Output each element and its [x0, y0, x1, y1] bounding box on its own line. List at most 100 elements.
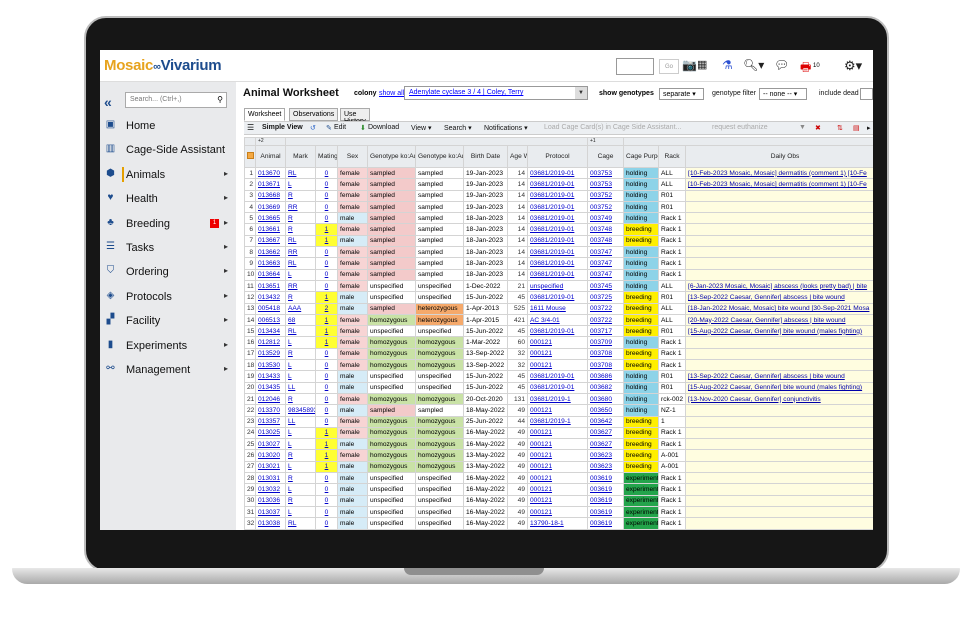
- protocol-link[interactable]: 000121: [527, 460, 588, 474]
- mark-link[interactable]: LL: [285, 415, 316, 428]
- column-header-daily-obs[interactable]: Daily Obs: [684, 145, 873, 168]
- mating-count-link[interactable]: 1: [315, 426, 338, 440]
- cage-link[interactable]: 003680: [587, 392, 624, 406]
- table-row[interactable]: 25 013027 L 1 male homozygous homozygous 16-May…: [244, 438, 873, 451]
- mating-count-link[interactable]: 0: [315, 517, 338, 530]
- daily-obs-link[interactable]: [13-Sep-2022 Caesar, Gennifer] abscess |…: [684, 291, 873, 304]
- protocol-link[interactable]: 000121: [527, 483, 588, 496]
- column-header-rack[interactable]: Rack: [658, 145, 686, 168]
- table-row[interactable]: 9 013663 RL 0 female sampled sampled 18-Jan-202…: [244, 257, 873, 270]
- chat-icon[interactable]: 💬︎: [774, 58, 789, 72]
- protocol-link[interactable]: 000121: [527, 426, 588, 440]
- quick-id-input[interactable]: [616, 58, 654, 75]
- cage-link[interactable]: 003745: [587, 279, 624, 293]
- protocol-link[interactable]: 03681/2019-01: [527, 200, 588, 214]
- mark-link[interactable]: RR: [285, 200, 316, 214]
- select-all-checkbox[interactable]: [244, 145, 256, 168]
- mating-count-link[interactable]: 0: [315, 268, 338, 281]
- daily-obs-link[interactable]: [10-Feb-2023 Mosaic, Mosaic] dermatitis …: [684, 178, 873, 191]
- cage-link[interactable]: 003619: [587, 494, 624, 507]
- daily-obs-link[interactable]: [6-Jan-2023 Mosaic, Mosaic] abscess (loo…: [684, 279, 873, 293]
- table-row[interactable]: 28 013031 R 0 male unspecified unspecified 16-M…: [244, 472, 873, 485]
- protocol-link[interactable]: 03681/2019-01: [527, 246, 588, 259]
- mating-count-link[interactable]: 1: [315, 336, 338, 349]
- animal-link[interactable]: 013662: [255, 246, 286, 259]
- mark-link[interactable]: R: [285, 494, 316, 507]
- search-icon[interactable]: 🔍︎▾: [743, 58, 764, 72]
- mark-link[interactable]: RR: [285, 246, 316, 259]
- daily-obs-link[interactable]: [684, 517, 873, 530]
- table-row[interactable]: 27 013021 L 1 male homozygous homozygous 13-May…: [244, 460, 873, 474]
- cage-link[interactable]: 003752: [587, 189, 624, 202]
- protocol-link[interactable]: 03681/2019-01: [527, 189, 588, 202]
- protocol-link[interactable]: 03681/2019-01: [527, 381, 588, 394]
- table-row[interactable]: 31 013037 L 0 male unspecified unspecified 16-M…: [244, 505, 873, 519]
- cage-link[interactable]: 003747: [587, 268, 624, 281]
- mark-link[interactable]: L: [285, 426, 316, 440]
- cage-link[interactable]: 003627: [587, 438, 624, 451]
- animal-link[interactable]: 013021: [255, 460, 286, 474]
- daily-obs-link[interactable]: [684, 415, 873, 428]
- protocol-link[interactable]: 03681/2019-01: [527, 268, 588, 281]
- mating-count-link[interactable]: 0: [315, 347, 338, 361]
- animal-link[interactable]: 013663: [255, 257, 286, 270]
- animal-link[interactable]: 013671: [255, 178, 286, 191]
- mark-link[interactable]: L: [285, 336, 316, 349]
- animal-link[interactable]: 013370: [255, 404, 286, 417]
- animal-link[interactable]: 012046: [255, 392, 286, 406]
- mark-link[interactable]: L: [285, 359, 316, 372]
- column-header-genotype-ko-adcy3[interactable]: Genotype ko:Adcy3: [367, 145, 416, 168]
- table-row[interactable]: 12 013432 R 1 male unspecified unspecified 15-J…: [244, 291, 873, 304]
- animal-link[interactable]: 013357: [255, 415, 286, 428]
- daily-obs-link[interactable]: [13-Nov-2020 Caesar, Gennifer] conjuncti…: [684, 392, 873, 406]
- table-row[interactable]: 5 013665 R 0 male sampled sampled 18-Jan-2023 14…: [244, 212, 873, 225]
- daily-obs-link[interactable]: [18-Jan-2022 Mosaic, Mosaic] bite wound …: [684, 302, 873, 315]
- cage-link[interactable]: 003708: [587, 347, 624, 361]
- column-header-cage-purpose[interactable]: Cage Purpose: [623, 145, 659, 168]
- protocol-link[interactable]: 03681/2019-01: [527, 234, 588, 248]
- go-button[interactable]: Go: [659, 59, 679, 74]
- mating-count-link[interactable]: 1: [315, 438, 338, 451]
- protocol-link[interactable]: 000121: [527, 449, 588, 462]
- daily-obs-link[interactable]: [684, 223, 873, 236]
- sidebar-item-experiments[interactable]: ▮ Experiments ▸: [100, 334, 236, 358]
- more-icon[interactable]: ▸: [867, 124, 871, 132]
- include-dead-checkbox[interactable]: [860, 88, 873, 100]
- protocol-link[interactable]: 03681/2019-01: [527, 212, 588, 225]
- protocol-link[interactable]: 000121: [527, 505, 588, 519]
- animal-link[interactable]: 013036: [255, 494, 286, 507]
- table-row[interactable]: 22 013370 98345893 0 male sampled sampled 18-Ma…: [244, 404, 873, 417]
- cage-link[interactable]: 003748: [587, 234, 624, 248]
- protocol-link[interactable]: 000121: [527, 347, 588, 361]
- table-row[interactable]: 20 013435 LL 0 male unspecified unspecified 15-…: [244, 381, 873, 394]
- mark-link[interactable]: R: [285, 223, 316, 236]
- sidebar-item-facility[interactable]: ▞ Facility ▸: [100, 309, 236, 333]
- mating-count-link[interactable]: 0: [315, 189, 338, 202]
- animal-link[interactable]: 013027: [255, 438, 286, 451]
- column-header-sex[interactable]: Sex: [337, 145, 368, 168]
- table-row[interactable]: 17 013529 R 0 female homozygous homozygous 13-S…: [244, 347, 873, 361]
- mark-link[interactable]: R: [285, 472, 316, 485]
- table-row[interactable]: 18 013530 L 0 female homozygous homozygous 13-S…: [244, 359, 873, 372]
- mating-count-link[interactable]: 0: [315, 472, 338, 485]
- cage-link[interactable]: 003747: [587, 246, 624, 259]
- table-row[interactable]: 10 013664 L 0 female sampled sampled 18-Jan-202…: [244, 268, 873, 281]
- animal-link[interactable]: 013668: [255, 189, 286, 202]
- animal-link[interactable]: 013020: [255, 449, 286, 462]
- cage-link[interactable]: 003722: [587, 302, 624, 315]
- menu-icon[interactable]: ☰: [247, 123, 254, 132]
- protocol-link[interactable]: 000121: [527, 438, 588, 451]
- daily-obs-link[interactable]: [15-Aug-2022 Caesar, Gennifer] bite woun…: [684, 325, 873, 338]
- daily-obs-link[interactable]: [13-Sep-2022 Caesar, Gennifer] abscess |…: [684, 370, 873, 383]
- animal-link[interactable]: 013031: [255, 472, 286, 485]
- tab-use-history[interactable]: Use History: [340, 108, 370, 125]
- table-row[interactable]: 30 013036 R 0 male unspecified unspecified 16-M…: [244, 494, 873, 507]
- genotype-filter-select[interactable]: -- none -- ▾: [759, 88, 807, 100]
- app-logo[interactable]: Mosaic∞Vivarium: [104, 57, 222, 74]
- daily-obs-link[interactable]: [10-Feb-2023 Mosaic, Mosaic] dermatitis …: [684, 166, 873, 180]
- mark-link[interactable]: 98345893: [285, 404, 316, 417]
- flask-icon[interactable]: ⚗: [722, 58, 733, 72]
- cage-link[interactable]: 003619: [587, 505, 624, 519]
- mating-count-link[interactable]: 0: [315, 505, 338, 519]
- mark-link[interactable]: RL: [285, 234, 316, 248]
